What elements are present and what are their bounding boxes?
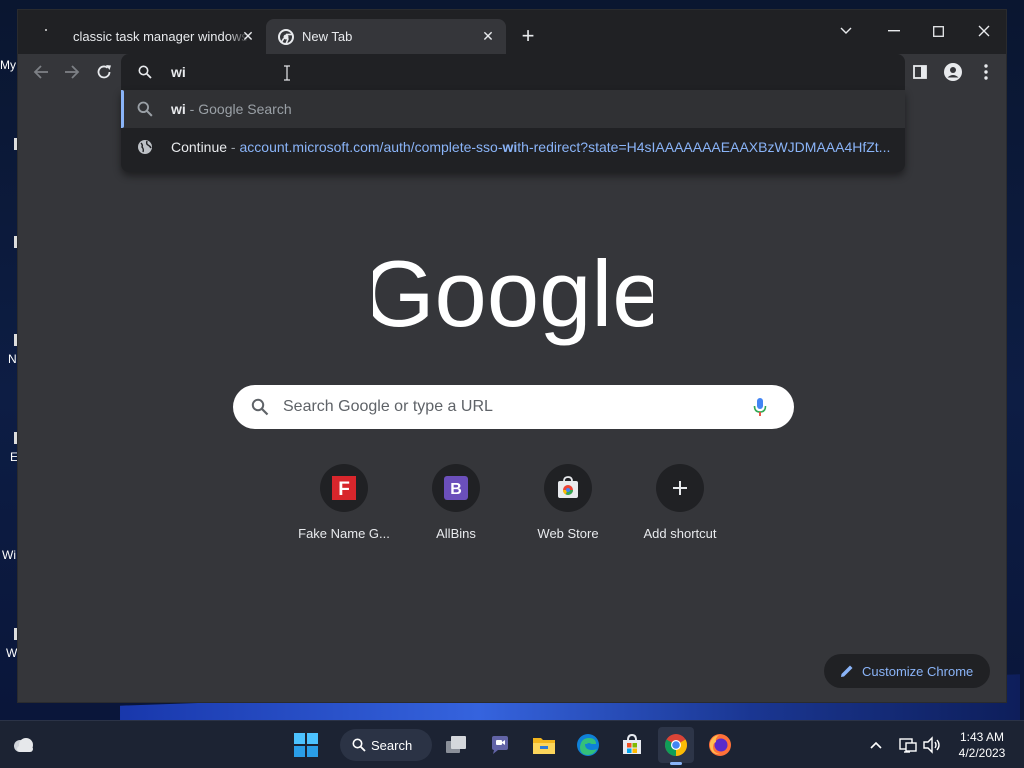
taskbar: Search 1:43 AM 4/2/2023 (0, 720, 1024, 768)
file-explorer-icon (533, 738, 555, 754)
google-logo: Google (373, 242, 653, 346)
shortcut-label: Add shortcut (643, 526, 717, 541)
forward-button[interactable] (59, 59, 85, 85)
svg-text:F: F (338, 479, 350, 500)
chevron-down-icon (840, 27, 852, 34)
search-icon (251, 398, 269, 416)
shortcut-allbins[interactable]: B AllBins (400, 460, 512, 556)
edge-icon (577, 734, 599, 756)
network-button[interactable] (898, 735, 918, 755)
plus-icon (656, 464, 704, 512)
profile-button[interactable] (940, 59, 966, 85)
tab-strip: classic task manager windows 11 ✕ New Ta… (18, 10, 1006, 54)
reload-button[interactable] (91, 59, 117, 85)
chrome-window: classic task manager windows 11 ✕ New Ta… (17, 9, 1007, 703)
network-icon (899, 738, 917, 753)
firefox-icon (709, 734, 731, 756)
address-bar[interactable] (121, 54, 905, 90)
clock-date: 4/2/2023 (958, 746, 1006, 760)
chrome-menu-button[interactable] (973, 59, 999, 85)
edge-button[interactable] (570, 727, 606, 763)
side-panel-icon (913, 65, 927, 79)
search-icon (137, 101, 153, 117)
search-icon (352, 738, 366, 752)
clock-time: 1:43 AM (959, 730, 1005, 744)
forward-arrow-icon (65, 65, 80, 79)
chrome-icon (665, 734, 687, 756)
teams-chat-icon (492, 736, 508, 754)
pencil-icon (841, 665, 853, 677)
toolbar (18, 54, 1006, 90)
text-cursor-icon (284, 65, 290, 81)
start-icon (294, 733, 318, 757)
omnibox-suggestions: wi - Google Search Continue - account.mi… (121, 90, 905, 172)
suggestion-text: Continue - account.microsoft.com/auth/co… (171, 139, 891, 155)
tab-new-tab[interactable]: New Tab ✕ (266, 19, 506, 54)
shortcut-label: Web Store (537, 526, 599, 541)
teams-chat-button[interactable] (482, 727, 518, 763)
shortcut-web-store[interactable]: Web Store (512, 460, 624, 556)
shortcut-fake-name[interactable]: F Fake Name G... (288, 460, 400, 556)
globe-icon (138, 140, 152, 154)
profile-avatar-icon (944, 63, 962, 81)
maximize-icon (932, 25, 944, 37)
start-button[interactable] (288, 727, 324, 763)
svg-text:Google: Google (373, 242, 653, 346)
tab-close-icon[interactable]: ✕ (240, 28, 256, 44)
firefox-button[interactable] (702, 727, 738, 763)
chrome-favicon-icon (278, 28, 294, 45)
chrome-button[interactable] (658, 727, 694, 765)
clock[interactable]: 1:43 AM 4/2/2023 (950, 729, 1014, 761)
weather-widget[interactable] (6, 727, 40, 763)
fakename-icon: F (320, 464, 368, 512)
svg-text:B: B (450, 481, 462, 498)
ntp-search-input[interactable] (283, 395, 743, 419)
task-view-icon (446, 736, 466, 753)
taskbar-search-button[interactable]: Search (340, 729, 432, 761)
volume-button[interactable] (922, 735, 942, 755)
minimize-button[interactable] (874, 16, 914, 46)
suggestion-text: wi - Google Search (171, 101, 292, 117)
customize-label: Customize Chrome (862, 663, 974, 679)
shortcut-label: Fake Name G... (298, 526, 390, 541)
allbins-icon: B (432, 464, 480, 512)
close-window-button[interactable] (964, 16, 1004, 46)
task-view-button[interactable] (438, 727, 474, 763)
tab-close-icon[interactable]: ✕ (480, 28, 496, 44)
tab-search-button[interactable] (826, 16, 866, 46)
store-button[interactable] (614, 727, 650, 763)
volume-icon (923, 736, 940, 754)
kebab-menu-icon (984, 64, 988, 80)
back-button[interactable] (28, 59, 54, 85)
store-icon (623, 734, 641, 754)
reload-icon (97, 65, 111, 79)
customize-chrome-button[interactable]: Customize Chrome (824, 654, 990, 688)
shortcut-add[interactable]: Add shortcut (624, 460, 736, 556)
shortcut-label: AllBins (436, 526, 476, 541)
suggestion-google-search[interactable]: wi - Google Search (121, 90, 905, 128)
show-hidden-icons-button[interactable] (866, 735, 886, 755)
ntp-search-box[interactable] (233, 385, 794, 429)
tab-title: New Tab (302, 29, 353, 44)
back-arrow-icon (33, 65, 48, 79)
taskbar-search-label: Search (371, 737, 413, 753)
chevron-up-icon (870, 741, 882, 749)
webstore-icon (544, 464, 592, 512)
suggestion-url[interactable]: Continue - account.microsoft.com/auth/co… (121, 128, 905, 166)
tab-title: classic task manager windows 11 (73, 29, 249, 44)
maximize-button[interactable] (918, 16, 958, 46)
search-icon (138, 65, 152, 79)
address-input[interactable] (171, 61, 871, 83)
new-tab-button[interactable]: + (518, 25, 538, 47)
minimize-icon (888, 30, 900, 32)
tab-favicon (40, 28, 56, 45)
side-panel-button[interactable] (907, 59, 933, 85)
weather-cloud-icon (14, 738, 33, 752)
close-icon (978, 25, 990, 37)
microphone-icon[interactable] (753, 397, 767, 417)
tab-classic-task-manager[interactable]: classic task manager windows 11 ✕ (28, 19, 266, 54)
file-explorer-button[interactable] (526, 727, 562, 763)
